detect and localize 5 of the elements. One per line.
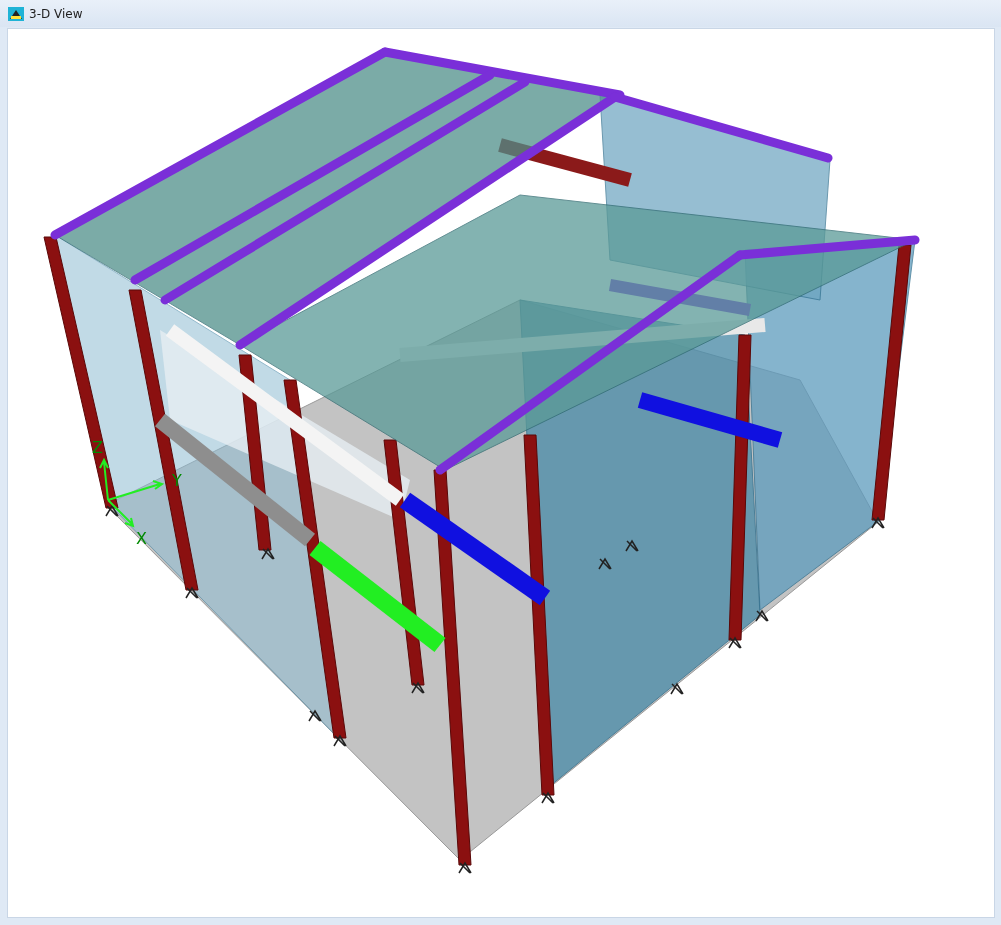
window-title: 3-D View (29, 6, 83, 21)
app-icon (8, 6, 24, 21)
axis-arrows-drawing (99, 457, 165, 528)
axis-label: Z (92, 438, 103, 457)
axis-label: X (136, 529, 147, 548)
